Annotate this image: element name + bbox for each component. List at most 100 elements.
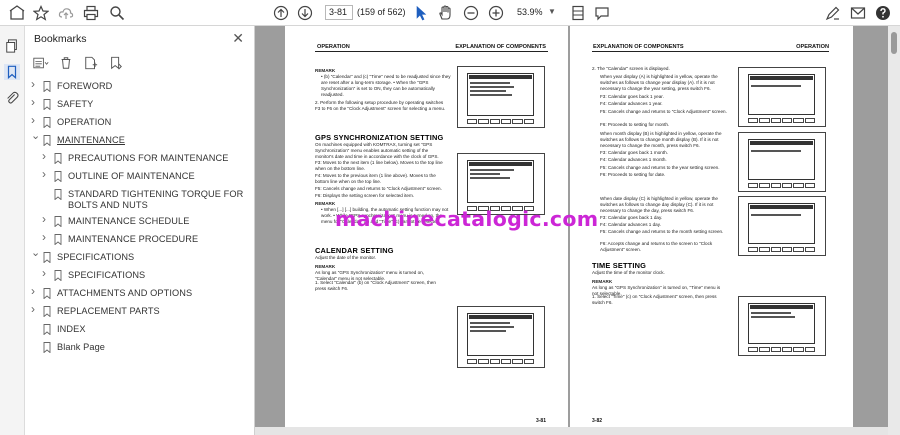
chevron-down-icon[interactable]: ⌄: [31, 131, 40, 142]
hand-tool-icon[interactable]: [436, 4, 454, 22]
section-title: CALENDAR SETTING: [315, 246, 394, 255]
select-cursor-icon[interactable]: [412, 4, 430, 22]
comment-icon[interactable]: [593, 4, 611, 22]
bookmark-flag-icon: [43, 306, 51, 317]
monitor-figure: [738, 296, 826, 356]
body-text: When year display (A) is highlighted in …: [600, 74, 718, 91]
bookmark-item[interactable]: › FOREWORD: [25, 78, 253, 93]
f6-text: F6: Proceeds to setting for month.: [600, 122, 670, 127]
section-title: GPS SYNCHRONIZATION SETTING: [315, 133, 444, 142]
bookmark-label: PRECAUTIONS FOR MAINTENANCE: [68, 153, 229, 163]
bookmark-item[interactable]: STANDARD TIGHTENING TORQUE FOR BOLTS AND…: [25, 189, 253, 213]
help-icon[interactable]: [874, 4, 892, 22]
chevron-right-icon[interactable]: ›: [31, 303, 35, 315]
bookmarks-icon[interactable]: [4, 64, 20, 80]
bookmark-flag-icon: [43, 117, 51, 128]
bookmark-label: MAINTENANCE: [57, 135, 125, 145]
zoom-in-icon[interactable]: [487, 4, 505, 22]
bookmark-item[interactable]: › OPERATION: [25, 114, 253, 129]
bookmark-item[interactable]: › SAFETY: [25, 96, 253, 111]
navigation-rail: [0, 26, 25, 435]
bookmark-star-icon[interactable]: [32, 4, 50, 22]
chevron-down-icon[interactable]: ⌄: [31, 248, 40, 259]
bookmark-item[interactable]: › ATTACHMENTS AND OPTIONS: [25, 285, 253, 300]
bookmark-flag-icon: [54, 270, 62, 281]
page-number-input[interactable]: 3-81: [325, 5, 353, 20]
chevron-right-icon[interactable]: ›: [31, 285, 35, 297]
body-text: On machines equipped with KOMTRAX, turni…: [315, 142, 439, 159]
chevron-right-icon[interactable]: ›: [31, 114, 35, 126]
options-menu-icon[interactable]: [33, 55, 49, 71]
bookmark-item[interactable]: › SPECIFICATIONS: [25, 267, 253, 282]
bookmark-toolbar: [33, 54, 124, 72]
bookmark-item[interactable]: ⌄ MAINTENANCE: [25, 131, 253, 147]
chevron-right-icon[interactable]: ›: [42, 267, 46, 279]
bookmark-label: ATTACHMENTS AND OPTIONS: [57, 288, 193, 298]
monitor-figure: [457, 153, 545, 215]
print-icon[interactable]: [82, 4, 100, 22]
bookmark-flag-icon: [43, 99, 51, 110]
chevron-right-icon[interactable]: ›: [42, 231, 46, 243]
watermark: machinecatalogic.com: [335, 207, 599, 231]
bookmark-flag-icon: [43, 81, 51, 92]
bookmark-label: Blank Page: [57, 342, 105, 352]
attachments-icon[interactable]: [4, 90, 20, 106]
bookmark-item[interactable]: Blank Page: [25, 342, 253, 354]
chevron-right-icon[interactable]: ›: [42, 168, 46, 180]
page-number: 3-82: [592, 418, 603, 424]
sign-pen-icon[interactable]: [824, 4, 842, 22]
panel-title: Bookmarks: [34, 33, 87, 45]
new-bookmark-icon[interactable]: [83, 55, 99, 71]
f5-text: F5: Cancels change and returns to "Clock…: [315, 186, 442, 191]
remark-text: • (b) "Calendar" and (c) "Time" need to …: [321, 74, 451, 97]
expand-bookmark-icon[interactable]: [108, 55, 124, 71]
bookmark-label: OPERATION: [57, 117, 112, 127]
f6-text: F6: Accepts change and returns to the sc…: [600, 241, 713, 252]
bookmark-label: REPLACEMENT PARTS: [57, 306, 160, 316]
chevron-right-icon[interactable]: ›: [31, 96, 35, 108]
bookmark-label: STANDARD TIGHTENING TORQUE FOR BOLTS AND…: [68, 189, 244, 210]
left-page-header-left: OPERATION: [317, 44, 350, 50]
left-page-header-right: EXPLANATION OF COMPONENTS: [455, 44, 546, 50]
home-icon[interactable]: [8, 4, 26, 22]
bookmark-flag-icon: [54, 153, 62, 164]
vertical-scrollbar[interactable]: [888, 26, 900, 435]
horizontal-scrollbar[interactable]: [255, 427, 888, 435]
zoom-out-icon[interactable]: [462, 4, 480, 22]
step-text: 2. Perform the following setup procedure…: [315, 100, 446, 111]
chevron-down-icon[interactable]: ▼: [548, 7, 556, 16]
bookmark-item[interactable]: › MAINTENANCE PROCEDURE: [25, 231, 253, 246]
chevron-right-icon[interactable]: ›: [42, 213, 46, 225]
right-page: EXPLANATION OF COMPONENTS OPERATION 2. T…: [570, 26, 853, 435]
scrollbar-thumb[interactable]: [891, 32, 897, 54]
right-page-header-right: OPERATION: [796, 44, 829, 50]
header-rule: [315, 51, 548, 52]
page-layout-icon[interactable]: [569, 4, 587, 22]
bookmark-item[interactable]: ⌄ SPECIFICATIONS: [25, 248, 253, 264]
page-up-icon[interactable]: [272, 4, 290, 22]
monitor-figure: [738, 132, 826, 192]
bookmark-item[interactable]: › PRECAUTIONS FOR MAINTENANCE: [25, 150, 253, 165]
bookmark-label: MAINTENANCE PROCEDURE: [68, 234, 199, 244]
page-down-icon[interactable]: [296, 4, 314, 22]
bookmark-flag-icon: [54, 216, 62, 227]
chevron-right-icon[interactable]: ›: [31, 78, 35, 90]
bookmark-item[interactable]: › REPLACEMENT PARTS: [25, 303, 253, 318]
bookmark-item[interactable]: › OUTLINE OF MAINTENANCE: [25, 168, 253, 183]
bookmark-flag-icon: [54, 189, 62, 200]
f5-text: F5: Cancels change and returns to the mo…: [600, 229, 724, 234]
bookmark-flag-icon: [43, 342, 51, 353]
f3-text: F3: Calendar goes back 1 day.: [600, 215, 663, 220]
chevron-right-icon[interactable]: ›: [42, 150, 46, 162]
close-icon[interactable]: ✕: [232, 30, 244, 47]
search-icon[interactable]: [108, 4, 126, 22]
cloud-upload-icon[interactable]: [57, 4, 75, 22]
delete-icon[interactable]: [58, 55, 74, 71]
bookmark-label: INDEX: [57, 324, 86, 334]
page-thumbnails-icon[interactable]: [4, 38, 20, 54]
bookmark-item[interactable]: › MAINTENANCE SCHEDULE: [25, 213, 253, 228]
bookmark-flag-icon: [43, 288, 51, 299]
step-text: 2. The "Calendar" screen is displayed.: [592, 66, 670, 71]
email-icon[interactable]: [849, 4, 867, 22]
bookmark-item[interactable]: INDEX: [25, 324, 253, 336]
